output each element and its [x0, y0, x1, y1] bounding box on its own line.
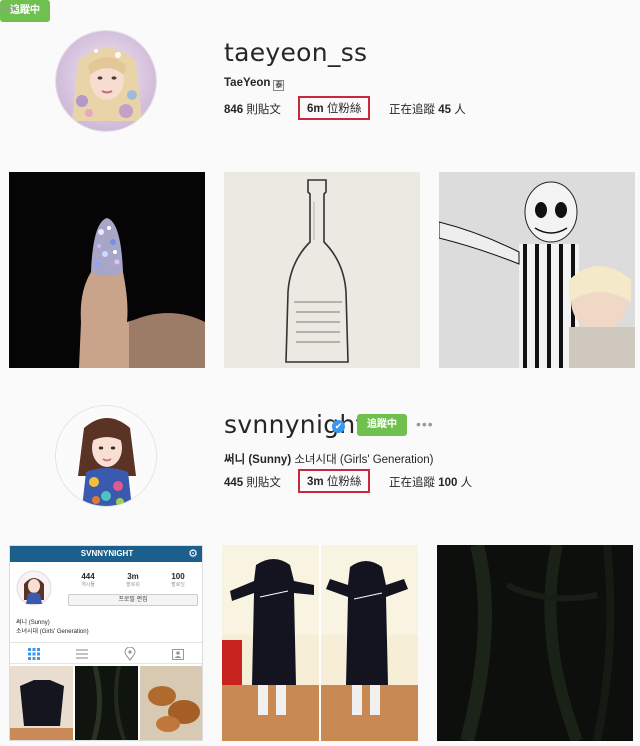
phone-stat-value: 100 [171, 572, 185, 581]
full-name: TaeYeon 泰 [224, 77, 285, 91]
following-count-value: 100 [438, 477, 458, 489]
posts-count-value: 846 [224, 104, 244, 116]
profile-avatar[interactable] [55, 30, 157, 132]
post-padded-coats[interactable] [222, 545, 418, 741]
phone-header: SVNNYNIGHT ⚙ [10, 546, 202, 562]
full-name: 써니 (Sunny) 소녀시대 (Girls' Generation) [224, 451, 433, 467]
post-glitter-nail[interactable] [9, 172, 205, 368]
following-count-value: 45 [438, 104, 451, 116]
phone-stat-following: 100 팔로잉 [156, 572, 200, 588]
posts-count: 846 則貼文 [224, 101, 281, 117]
post-skeleton-photo[interactable] [439, 172, 635, 368]
list-icon [76, 649, 88, 659]
grid-icon [28, 648, 40, 660]
phone-edit-profile-button: 프로필 편집 [68, 594, 198, 606]
posts-label: 則貼文 [246, 477, 281, 489]
phone-title: SVNNYNIGHT [80, 549, 134, 558]
phone-bio: 소녀시대 (Girls' Generation) [16, 629, 89, 635]
verified-badge-icon: ✔ [332, 420, 345, 433]
followers-count-value: 6m [307, 103, 324, 115]
gear-icon: ⚙ [188, 548, 198, 560]
posts-label: 則貼文 [246, 104, 281, 116]
username[interactable]: taeyeon_ss [224, 38, 367, 67]
posts-count-value: 445 [224, 477, 244, 489]
following-count[interactable]: 正在追蹤 45 人 [389, 101, 466, 117]
phone-grid-thumb [140, 666, 202, 740]
name-badge: 泰 [273, 80, 285, 91]
phone-stat-posts: 444 게시물 [66, 572, 110, 588]
phone-avatar [16, 570, 52, 606]
tagged-person-icon [172, 649, 184, 660]
following-label: 正在追蹤 [389, 104, 435, 116]
phone-name: 써니 (Sunny) [16, 620, 50, 626]
post-phone-screenshot[interactable]: SVNNYNIGHT ⚙ 444 게시물 3m 팔로워 100 팔로잉 프로필 … [9, 545, 203, 741]
following-button[interactable]: 追蹤中 [357, 414, 407, 436]
post-bottle-sketch[interactable] [224, 172, 420, 368]
posts-count: 445 則貼文 [224, 474, 281, 490]
followers-label: 位粉絲 [326, 476, 362, 488]
phone-stats: 444 게시물 3m 팔로워 100 팔로잉 [66, 572, 200, 592]
profile-avatar[interactable] [55, 405, 157, 507]
following-unit: 人 [454, 104, 466, 116]
profile-header-taeyeon: taeyeon_ss TaeYeon 泰 846 則貼文 6m 位粉絲 正在追蹤 … [0, 0, 640, 160]
post-dark-trees[interactable] [437, 545, 633, 741]
phone-stat-label: 팔로워 [126, 582, 140, 588]
phone-stat-value: 3m [127, 572, 139, 581]
full-name-text: TaeYeon [224, 77, 271, 89]
more-options-icon[interactable]: ••• [0, 0, 18, 16]
phone-tabbar [10, 642, 202, 664]
following-label: 正在追蹤 [389, 477, 435, 489]
following-unit: 人 [460, 477, 473, 489]
full-name-text: 써니 (Sunny) [224, 454, 292, 466]
following-count[interactable]: 正在追蹤 100 人 [389, 474, 472, 490]
phone-stat-label: 팔로잉 [171, 582, 185, 588]
phone-stat-value: 444 [81, 572, 95, 581]
followers-count[interactable]: 6m 位粉絲 [298, 96, 371, 120]
phone-stat-followers: 3m 팔로워 [111, 572, 155, 588]
followers-count-value: 3m [307, 476, 324, 488]
phone-grid [10, 666, 202, 740]
phone-grid-thumb [75, 666, 138, 740]
phone-grid-thumb [10, 666, 73, 740]
location-pin-icon [124, 647, 136, 661]
phone-stat-label: 게시물 [81, 582, 95, 588]
followers-count[interactable]: 3m 位粉絲 [298, 469, 371, 493]
more-options-icon[interactable]: ••• [416, 416, 434, 432]
followers-label: 位粉絲 [326, 103, 362, 115]
full-name-rest: 소녀시대 (Girls' Generation) [291, 454, 434, 466]
